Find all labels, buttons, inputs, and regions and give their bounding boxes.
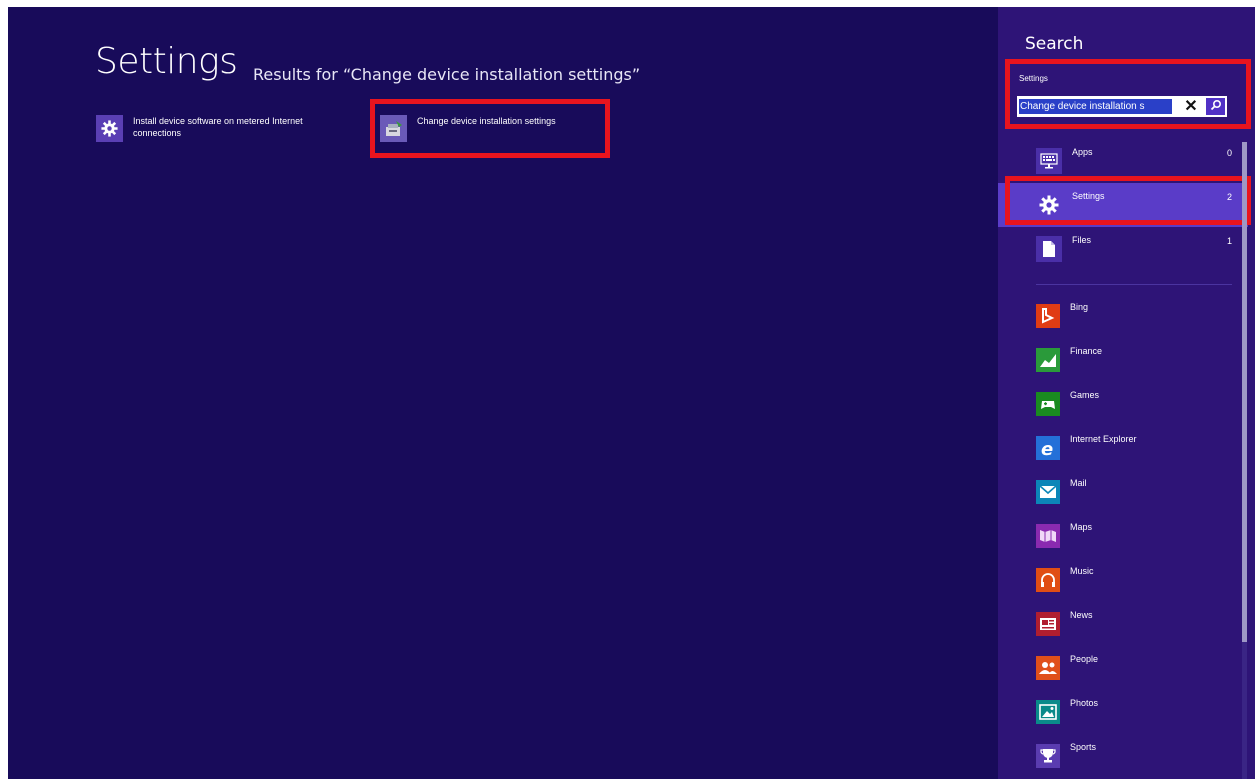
category-count: 1 xyxy=(1226,236,1232,246)
search-icon xyxy=(1210,98,1222,116)
app-label: Bing xyxy=(1070,302,1089,312)
category-files[interactable]: Files 1 xyxy=(998,227,1248,271)
app-mail[interactable]: Mail xyxy=(998,476,1248,516)
gear-icon xyxy=(96,115,123,142)
category-label: Files xyxy=(1072,235,1092,245)
search-go-button[interactable] xyxy=(1206,98,1225,115)
app-music[interactable]: Music xyxy=(998,564,1248,604)
app-label: Mail xyxy=(1070,478,1087,488)
search-query-text: Change device installation s xyxy=(1019,99,1172,114)
result-change-device-installation-settings[interactable]: Change device installation settings xyxy=(380,115,610,142)
app-label: Maps xyxy=(1070,522,1093,532)
app-photos[interactable]: Photos xyxy=(998,696,1248,736)
search-pane: Search Settings Change device installati… xyxy=(998,7,1255,779)
app-internet-explorer[interactable]: e Internet Explorer xyxy=(998,432,1248,472)
result-label: Install device software on metered Inter… xyxy=(133,116,303,138)
divider xyxy=(1036,284,1232,285)
app-label: People xyxy=(1070,654,1099,664)
app-label: Internet Explorer xyxy=(1070,434,1137,444)
device-installation-icon xyxy=(380,115,407,142)
people-icon xyxy=(1036,656,1060,680)
category-settings[interactable]: Settings 2 xyxy=(998,183,1248,227)
app-label: News xyxy=(1070,610,1093,620)
category-label: Settings xyxy=(1072,191,1105,201)
result-label: Change device installation settings xyxy=(417,116,556,126)
maps-icon xyxy=(1036,524,1060,548)
results-area: Settings Results for “Change device inst… xyxy=(8,7,998,779)
sports-icon xyxy=(1036,744,1060,768)
app-label: Sports xyxy=(1070,742,1097,752)
app-finance[interactable]: Finance xyxy=(998,344,1248,384)
result-install-device-software[interactable]: Install device software on metered Inter… xyxy=(96,115,346,142)
search-input[interactable]: Change device installation s ✕ xyxy=(1017,96,1227,117)
app-label: Music xyxy=(1070,566,1094,576)
category-apps[interactable]: Apps 0 xyxy=(998,139,1248,183)
app-bing[interactable]: Bing xyxy=(998,300,1248,340)
search-pane-title: Search xyxy=(1025,34,1084,54)
mail-icon xyxy=(1036,480,1060,504)
bing-icon xyxy=(1036,304,1060,328)
app-games[interactable]: Games xyxy=(998,388,1248,428)
category-count: 0 xyxy=(1226,148,1232,158)
category-label: Apps xyxy=(1072,147,1093,157)
svg-text:e: e xyxy=(1041,439,1053,457)
news-icon xyxy=(1036,612,1060,636)
results-subtitle: Results for “Change device installation … xyxy=(253,65,641,84)
scrollbar-thumb[interactable] xyxy=(1242,142,1247,642)
app-people[interactable]: People xyxy=(998,652,1248,692)
finance-icon xyxy=(1036,348,1060,372)
app-news[interactable]: News xyxy=(998,608,1248,648)
photos-icon xyxy=(1036,700,1060,724)
games-icon xyxy=(1036,392,1060,416)
keyboard-icon xyxy=(1036,148,1062,174)
highlight-box xyxy=(1005,59,1251,129)
app-sports[interactable]: Sports xyxy=(998,740,1248,779)
music-icon xyxy=(1036,568,1060,592)
page-title: Settings xyxy=(95,41,238,82)
internet-explorer-icon: e xyxy=(1036,436,1060,460)
close-icon: ✕ xyxy=(1184,98,1198,115)
app-label: Photos xyxy=(1070,698,1099,708)
app-maps[interactable]: Maps xyxy=(998,520,1248,560)
category-count: 2 xyxy=(1226,192,1232,202)
gear-icon xyxy=(1036,192,1062,218)
app-label: Finance xyxy=(1070,346,1103,356)
clear-search-button[interactable]: ✕ xyxy=(1180,97,1202,116)
search-screen: Settings Results for “Change device inst… xyxy=(8,7,1255,779)
file-icon xyxy=(1036,236,1062,262)
search-scope-label: Settings xyxy=(1019,74,1048,83)
app-label: Games xyxy=(1070,390,1100,400)
